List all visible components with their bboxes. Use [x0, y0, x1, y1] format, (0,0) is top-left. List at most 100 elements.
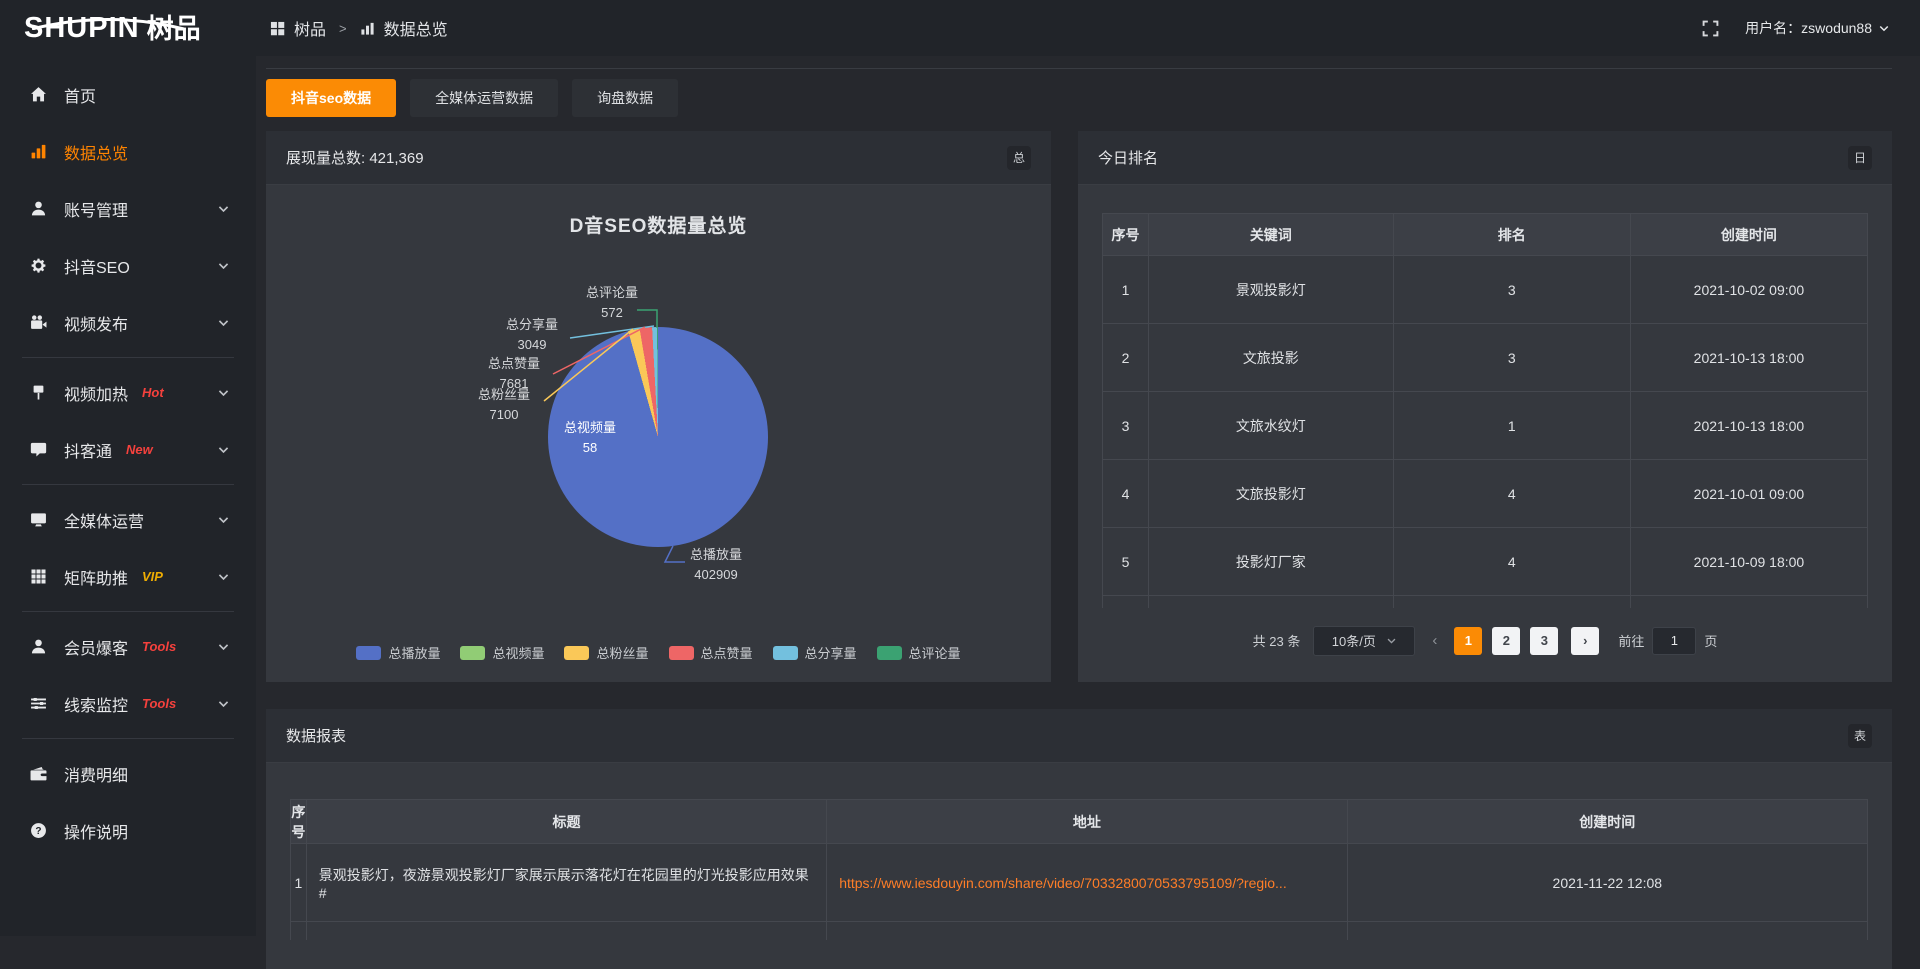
table-badge[interactable]: 表: [1848, 724, 1872, 748]
page-button-1[interactable]: 1: [1454, 627, 1482, 655]
chevron-down-icon: [217, 316, 230, 329]
sidebar-item-video-publish[interactable]: 视频发布: [0, 294, 256, 351]
sidebar-divider: [22, 611, 234, 612]
column-header: 地址: [827, 800, 1347, 844]
report-panel-header: 数据报表 表: [266, 709, 1892, 763]
report-table-header: 序号标题地址创建时间: [291, 800, 1868, 844]
home-icon: [28, 86, 48, 103]
breadcrumb: 树品 > 数据总览: [270, 16, 448, 40]
sidebar-item-member-baoke[interactable]: 会员爆客Tools: [0, 618, 256, 675]
pie-label-videos: 总视频量58: [564, 418, 616, 457]
table-cell: 2: [1103, 324, 1149, 392]
sidebar-item-account-manage[interactable]: 账号管理: [0, 180, 256, 237]
breadcrumb-root[interactable]: 树品: [294, 16, 326, 40]
table-cell: 4: [1393, 460, 1630, 528]
table-row[interactable]: 1景观投影灯32021-10-02 09:00: [1103, 256, 1868, 324]
page-button-3[interactable]: 3: [1530, 627, 1558, 655]
tab-2[interactable]: 询盘数据: [572, 79, 678, 117]
sliders-icon: [28, 695, 48, 712]
chevron-down-icon: [217, 259, 230, 272]
table-cell: 2021-10-13 18:00: [1630, 392, 1867, 460]
fullscreen-icon[interactable]: [1702, 20, 1719, 37]
table-cell: 2021-10-01 09:00: [1630, 460, 1867, 528]
user-icon: [28, 638, 48, 655]
day-badge[interactable]: 日: [1848, 146, 1872, 170]
dashboard-icon: [270, 21, 285, 36]
chevron-down-icon: [217, 513, 230, 526]
question-icon: ?: [28, 822, 48, 839]
prev-page-button[interactable]: ‹: [1428, 632, 1441, 649]
report-url-cell: https://www.iesdouyin.com/share/video/70…: [827, 844, 1347, 922]
chevron-down-icon: [217, 202, 230, 215]
legend-swatch: [877, 646, 902, 660]
table-cell: 4: [1103, 460, 1149, 528]
table-row[interactable]: 1景观投影灯，夜游景观投影灯厂家展示展示落花灯在花园里的灯光投影应用效果 #ht…: [291, 844, 1868, 922]
sidebar: 首页数据总览账号管理抖音SEO 视频发布视频加热 Hot 抖客通New 全媒体运营矩阵助…: [0, 56, 256, 936]
sidebar-item-matrix-boost[interactable]: 矩阵助推VIP: [0, 548, 256, 605]
table-cell: 文旅水纹灯: [1148, 392, 1393, 460]
goto-page: 前往 页: [1618, 627, 1717, 655]
legend-label: 总视频量: [492, 643, 544, 662]
sidebar-item-video-heat[interactable]: 视频加热 Hot: [0, 364, 256, 421]
pie-label-comments: 总评论量572: [586, 283, 638, 322]
legend-label: 总播放量: [388, 643, 440, 662]
sidebar-item-badge: Tools: [142, 639, 176, 654]
legend-item-1[interactable]: 总视频量: [460, 643, 544, 662]
legend-item-2[interactable]: 总粉丝量: [564, 643, 648, 662]
table-row[interactable]: 2文旅投影32021-10-13 18:00: [1103, 324, 1868, 392]
table-row[interactable]: 4文旅投影灯42021-10-01 09:00: [1103, 460, 1868, 528]
table-row[interactable]: 3文旅水纹灯12021-10-13 18:00: [1103, 392, 1868, 460]
chevron-down-icon: [217, 443, 230, 456]
table-cell: 1: [1103, 256, 1149, 324]
sidebar-item-badge: Hot: [142, 385, 164, 400]
sidebar-item-media-operation[interactable]: 全媒体运营: [0, 491, 256, 548]
next-page-button[interactable]: ›: [1571, 627, 1599, 655]
sidebar-divider: [22, 738, 234, 739]
page-size-select[interactable]: 10条/页: [1313, 626, 1415, 656]
sidebar-item-home[interactable]: 首页: [0, 66, 256, 123]
table-row[interactable]: 5投影灯厂家42021-10-09 18:00: [1103, 528, 1868, 596]
sidebar-item-label: 操作说明: [64, 819, 128, 843]
sidebar-item-label: 视频加热: [64, 381, 128, 405]
table-cell: 1: [1393, 392, 1630, 460]
table-cell: 2021-10-13 18:00: [1630, 324, 1867, 392]
overview-panel-header: 展现量总数: 421,369 总: [266, 131, 1051, 185]
sidebar-item-data-overview[interactable]: 数据总览: [0, 123, 256, 180]
sidebar-item-help[interactable]: ? 操作说明: [0, 802, 256, 859]
pie-label-shares: 总分享量3049: [506, 315, 558, 354]
logo-arc: [28, 16, 188, 30]
table-cell: 2021-10-02 09:00: [1630, 256, 1867, 324]
report-link[interactable]: https://www.iesdouyin.com/share/video/70…: [839, 875, 1287, 891]
legend-item-4[interactable]: 总分享量: [773, 643, 857, 662]
user-menu[interactable]: 用户名：zswodun88: [1745, 18, 1890, 38]
report-table-wrap: 序号标题地址创建时间 1景观投影灯，夜游景观投影灯厂家展示展示落花灯在花园里的灯…: [266, 763, 1892, 940]
page-button-2[interactable]: 2: [1492, 627, 1520, 655]
legend-item-5[interactable]: 总评论量: [877, 643, 961, 662]
header-divider: [266, 68, 1892, 69]
sidebar-item-consume-detail[interactable]: 消费明细: [0, 745, 256, 802]
legend-swatch: [773, 646, 798, 660]
chevron-down-icon: [217, 697, 230, 710]
sidebar-item-clue-monitor[interactable]: 线索监控Tools: [0, 675, 256, 732]
breadcrumb-separator: >: [339, 21, 347, 36]
pie-chart: D音SEO数据量总览 总评论量572 总分享量3049 总点赞量7681: [266, 185, 1051, 682]
report-panel: 数据报表 表 序号标题地址创建时间 1景观投影灯，夜游景观投影灯厂家展示展示落花…: [266, 709, 1892, 969]
legend-item-3[interactable]: 总点赞量: [669, 643, 753, 662]
pagination: 共 23 条 10条/页 ‹ 123 › 前往 页: [1102, 626, 1868, 656]
tab-1[interactable]: 全媒体运营数据: [410, 79, 558, 117]
total-badge[interactable]: 总: [1007, 146, 1031, 170]
ranking-table-wrap: 序号关键词排名创建时间 1景观投影灯32021-10-02 09:002文旅投影…: [1078, 185, 1892, 656]
column-header: 序号: [1103, 214, 1149, 256]
table-row-partial: [1103, 596, 1868, 608]
sidebar-item-badge: VIP: [142, 569, 163, 584]
legend-label: 总点赞量: [701, 643, 753, 662]
sidebar-item-douyin-seo[interactable]: 抖音SEO: [0, 237, 256, 294]
goto-page-input[interactable]: [1652, 627, 1696, 655]
sidebar-item-douketong[interactable]: 抖客通New: [0, 421, 256, 478]
tab-0[interactable]: 抖音seo数据: [266, 79, 396, 117]
chart-title: D音SEO数据量总览: [266, 211, 1051, 238]
sidebar-item-label: 视频发布: [64, 311, 128, 335]
legend-item-0[interactable]: 总播放量: [356, 643, 440, 662]
breadcrumb-current[interactable]: 数据总览: [384, 16, 448, 40]
report-table: 序号标题地址创建时间 1景观投影灯，夜游景观投影灯厂家展示展示落花灯在花园里的灯…: [290, 799, 1868, 940]
